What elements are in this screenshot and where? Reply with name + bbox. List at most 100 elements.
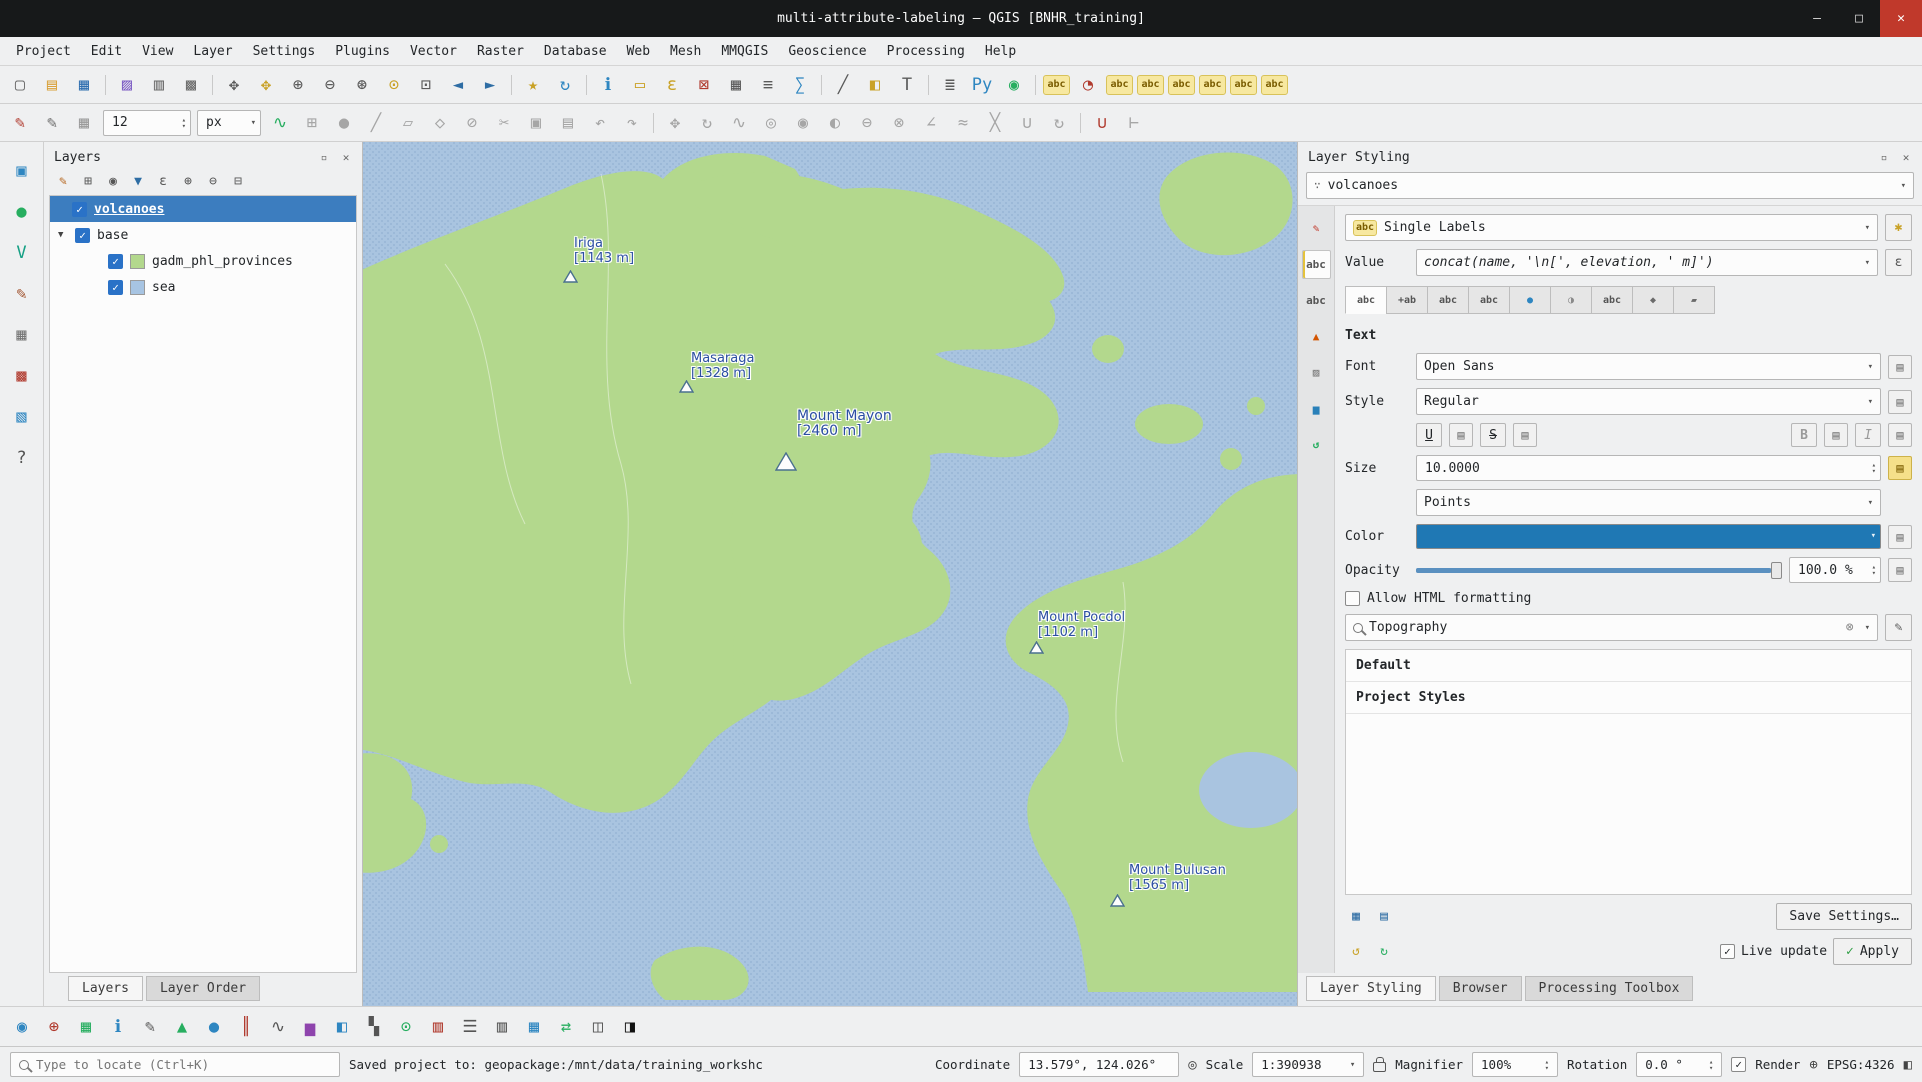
strikethrough-button[interactable]: S [1480,423,1506,447]
zoom-to-layer-icon[interactable]: ⊡ [411,70,441,100]
locate-box[interactable] [10,1052,340,1077]
menu-item[interactable]: Edit [81,40,132,63]
select-by-expression-icon[interactable]: ε [657,70,687,100]
maximize-button[interactable]: □ [1838,0,1880,37]
size-spinner[interactable]: 10.0000 ▴▾ [1416,455,1881,481]
layer-item-volcanoes[interactable]: volcanoes [50,196,356,222]
columns-plugin-icon[interactable]: ▥ [487,1012,517,1042]
pan-map-icon[interactable]: ✥ [219,70,249,100]
menu-item[interactable]: Raster [467,40,534,63]
lock-scale-icon[interactable] [1373,1062,1386,1072]
style-search-box[interactable]: ⊗ ▾ [1345,614,1878,641]
labels-tab-callouts[interactable]: abc [1591,286,1633,314]
identify-features-icon[interactable]: ℹ [593,70,623,100]
change-label-properties-icon[interactable]: abc [1261,75,1288,95]
move-feature-icon[interactable]: ✥ [660,108,690,138]
show-hidden-labels-icon[interactable]: abc [1168,75,1195,95]
auto-placement-settings-button[interactable]: ✱ [1885,214,1912,241]
menu-item[interactable]: Web [617,40,660,63]
menu-item[interactable]: Help [975,40,1026,63]
tab-layer-styling[interactable]: Layer Styling [1306,976,1436,1001]
expand-all-icon[interactable]: ⊕ [177,171,199,191]
manage-map-themes-icon[interactable]: ◉ [102,171,124,191]
menu-item[interactable]: Processing [877,40,975,63]
layer-item-sea[interactable]: sea [50,274,356,300]
coordinate-capture-icon[interactable]: ⊕ [39,1012,69,1042]
layer-visibility-checkbox[interactable] [72,202,87,217]
coordinate-field[interactable]: 13.579°, 124.026° [1019,1052,1179,1077]
open-project-icon[interactable]: ▤ [37,70,67,100]
opacity-spinner[interactable]: 100.0 % ▴▾ [1789,557,1881,583]
chevron-down-icon[interactable]: ▾ [1860,623,1870,633]
layer-item-gadm-phl-provinces[interactable]: gadm_phl_provinces [50,248,356,274]
table-manager-icon[interactable]: ▦ [519,1012,549,1042]
menu-item[interactable]: Plugins [325,40,400,63]
histogram-tab[interactable]: ▅ [1302,394,1331,423]
toolbar-separator[interactable] [582,70,591,100]
strikethrough-data-defined-button[interactable]: ▤ [1513,423,1537,447]
merge-features-icon[interactable]: ∪ [1012,108,1042,138]
delete-ring-icon[interactable]: ⊖ [852,108,882,138]
digitize-with-curve-icon[interactable]: ∿ [265,108,295,138]
contrast-plugin-icon[interactable]: ◨ [615,1012,645,1042]
add-part-icon[interactable]: ◉ [788,108,818,138]
group-visibility-checkbox[interactable] [75,228,90,243]
vertex-tool-icon[interactable]: ◇ [425,108,455,138]
icon-view-icon[interactable]: ▦ [1345,907,1367,927]
underline-button[interactable]: U [1416,423,1442,447]
list-view-icon[interactable]: ▤ [1373,907,1395,927]
rotate-label-icon[interactable]: abc [1230,75,1257,95]
spinner-arrows-icon[interactable]: ▴▾ [1872,462,1876,474]
rotate-feature-icon[interactable]: ↻ [692,108,722,138]
refresh-plugin-icon[interactable]: ⇄ [551,1012,581,1042]
menu-item[interactable]: Database [534,40,617,63]
close-button[interactable]: ✕ [1880,0,1922,37]
font-data-defined-button[interactable]: ▤ [1888,355,1912,379]
profile-tool-icon[interactable]: ∿ [263,1012,293,1042]
transparency-tab[interactable]: ▨ [1302,358,1331,387]
redo-icon[interactable]: ↷ [617,108,647,138]
menu-item[interactable]: MMQGIS [711,40,778,63]
refresh-map-icon[interactable]: ↻ [550,70,580,100]
opacity-data-defined-button[interactable]: ▤ [1888,558,1912,582]
italic-button[interactable]: I [1855,423,1881,447]
copy-features-icon[interactable]: ▣ [521,108,551,138]
vector-tool-icon[interactable]: V [7,238,37,268]
zoom-next-icon[interactable]: ► [475,70,505,100]
menu-item[interactable]: Vector [400,40,467,63]
crs-icon[interactable]: ⊕ [1809,1057,1817,1073]
magnifier-spinner[interactable]: 100% ▴▾ [1472,1052,1558,1077]
labels-mode-combo[interactable]: abc Single Labels ▾ [1345,214,1878,241]
undo-style-icon[interactable]: ↺ [1345,942,1367,962]
menu-item[interactable]: Mesh [660,40,711,63]
reshape-features-icon[interactable]: ∠ [916,108,946,138]
layer-diagram-options-icon[interactable]: ◔ [1073,70,1103,100]
rotate-point-symbols-icon[interactable]: ↻ [1044,108,1074,138]
python-console-icon[interactable]: Py [967,70,997,100]
rotation-spinner[interactable]: 0.0 ° ▴▾ [1636,1052,1722,1077]
save-layer-edits-icon[interactable]: ▦ [69,108,99,138]
lines-plugin-icon[interactable]: ☰ [455,1012,485,1042]
zoom-full-icon[interactable]: ⊛ [347,70,377,100]
tab-processing-toolbox[interactable]: Processing Toolbox [1525,976,1694,1001]
add-ring-icon[interactable]: ◎ [756,108,786,138]
map-tips-icon[interactable]: ◧ [860,70,890,100]
digitize-unit-combo[interactable]: px ▾ [197,110,261,136]
layer-visibility-checkbox[interactable] [108,254,123,269]
globe-tool-icon[interactable]: ● [7,197,37,227]
web-export-icon[interactable]: ◧ [327,1012,357,1042]
label-expression-combo[interactable]: concat(name, '\n[', elevation, ' m]') ▾ [1416,249,1878,276]
toggle-editing-icon[interactable]: ✎ [37,108,67,138]
style-group-row[interactable]: Default [1346,650,1911,682]
font-color-swatch[interactable]: ▾ [1416,524,1881,549]
text-annotation-icon[interactable]: T [892,70,922,100]
bold-data-defined-button[interactable]: ▤ [1824,423,1848,447]
style-manager-button[interactable]: ✎ [1885,614,1912,641]
messages-icon[interactable]: ◧ [1904,1057,1912,1073]
move-label-icon[interactable]: abc [1199,75,1226,95]
save-project-icon[interactable]: ▦ [69,70,99,100]
labels-tab-shadow[interactable]: ◑ [1550,286,1592,314]
add-line-feature-icon[interactable]: ╱ [361,108,391,138]
toolbar-separator[interactable] [101,70,110,100]
opacity-slider[interactable] [1416,568,1782,573]
